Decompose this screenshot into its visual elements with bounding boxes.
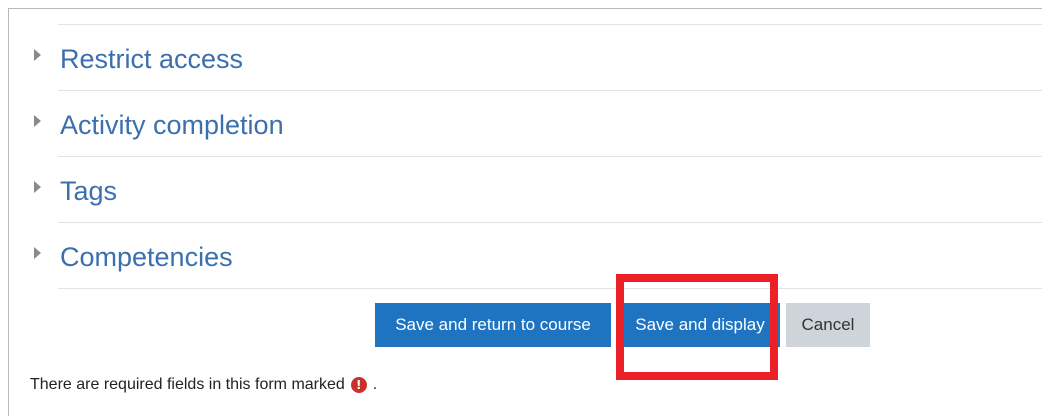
chevron-right-icon[interactable] bbox=[34, 115, 41, 127]
exclamation-circle-icon: ! bbox=[350, 377, 367, 393]
required-fields-note: There are required fields in this form m… bbox=[30, 374, 377, 396]
section-restrict-access[interactable]: Restrict access bbox=[34, 25, 1042, 91]
chevron-right-icon[interactable] bbox=[34, 49, 41, 61]
section-title-restrict-access[interactable]: Restrict access bbox=[60, 43, 243, 75]
required-fields-text: There are required fields in this form m… bbox=[30, 376, 345, 393]
chevron-right-icon[interactable] bbox=[34, 181, 41, 193]
save-and-display-button[interactable]: Save and display bbox=[620, 303, 780, 347]
section-tags[interactable]: Tags bbox=[34, 157, 1042, 223]
section-title-tags[interactable]: Tags bbox=[60, 175, 117, 207]
cancel-button[interactable]: Cancel bbox=[786, 303, 870, 347]
save-and-return-button[interactable]: Save and return to course bbox=[375, 303, 611, 347]
section-activity-completion[interactable]: Activity completion bbox=[34, 91, 1042, 157]
section-competencies[interactable]: Competencies bbox=[34, 223, 1042, 289]
section-title-competencies[interactable]: Competencies bbox=[60, 241, 233, 273]
trailing-period: . bbox=[372, 376, 378, 393]
chevron-right-icon[interactable] bbox=[34, 247, 41, 259]
section-title-activity-completion[interactable]: Activity completion bbox=[60, 109, 284, 141]
